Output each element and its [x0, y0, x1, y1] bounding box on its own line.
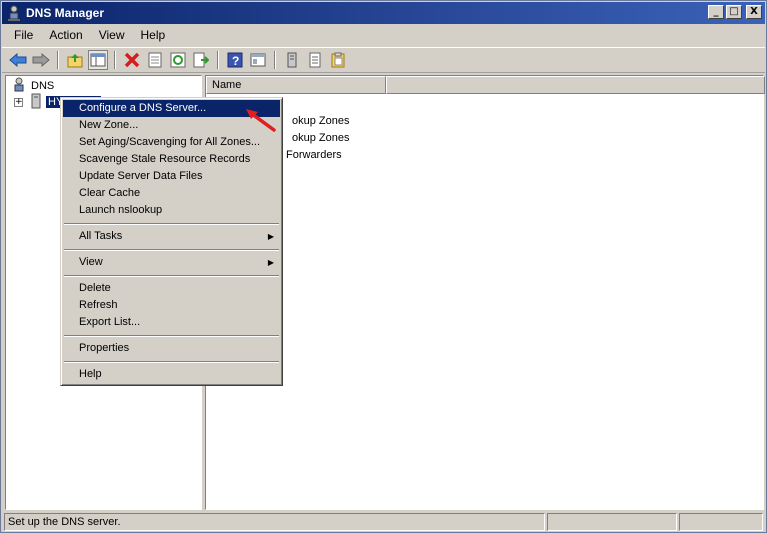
menu-item-clear-cache[interactable]: Clear Cache: [63, 185, 280, 202]
submenu-arrow-icon: ▶: [267, 258, 274, 267]
expand-icon[interactable]: +: [14, 97, 23, 107]
status-panel: [679, 513, 763, 531]
menu-item-help[interactable]: Help: [63, 366, 280, 383]
context-menu: Configure a DNS Server... New Zone... Se…: [60, 97, 283, 386]
toolbar: ?: [2, 47, 765, 73]
menu-separator: [63, 271, 280, 280]
list-item-label: Forwarders: [286, 149, 342, 161]
toolbar-separator: [274, 51, 276, 69]
menu-separator: [63, 245, 280, 254]
refresh-icon[interactable]: [168, 50, 188, 70]
menu-item-update-server-data-files[interactable]: Update Server Data Files: [63, 168, 280, 185]
menu-item-refresh[interactable]: Refresh: [63, 297, 280, 314]
list-item[interactable]: okup Zones: [292, 130, 349, 146]
toolbar-separator: [57, 51, 59, 69]
list-item[interactable]: Forwarders: [286, 147, 342, 163]
status-bar: Set up the DNS server.: [2, 512, 765, 532]
menu-item-launch-nslookup[interactable]: Launch nslookup: [63, 202, 280, 219]
minimize-button[interactable]: _: [708, 5, 724, 19]
help-icon[interactable]: ?: [225, 50, 245, 70]
annotation-arrow-icon: [246, 109, 276, 132]
toolbar-separator: [217, 51, 219, 69]
list-item-label: okup Zones: [292, 115, 350, 127]
menu-bar: File Action View Help: [2, 25, 765, 46]
console-view-icon[interactable]: [248, 50, 268, 70]
dns-node-icon: [12, 77, 26, 96]
server-node-icon: [31, 93, 41, 112]
status-panel: [547, 513, 677, 531]
menu-help[interactable]: Help: [133, 25, 174, 46]
column-header-empty[interactable]: [386, 76, 765, 94]
submenu-arrow-icon: ▶: [267, 232, 274, 241]
title-bar[interactable]: DNS Manager _ □ X: [2, 2, 765, 24]
back-arrow-icon[interactable]: [8, 50, 28, 70]
menu-item-export-list[interactable]: Export List...: [63, 314, 280, 331]
menu-separator: [63, 219, 280, 228]
forward-arrow-icon[interactable]: [31, 50, 51, 70]
menu-item-all-tasks[interactable]: All Tasks ▶: [63, 228, 280, 245]
window-title: DNS Manager: [26, 6, 105, 20]
dns-app-icon: [6, 5, 22, 21]
menu-view[interactable]: View: [91, 25, 133, 46]
tree-label-dns: DNS: [31, 80, 55, 92]
show-hide-tree-icon[interactable]: [88, 50, 108, 70]
close-button[interactable]: X: [746, 5, 762, 19]
menu-item-scavenge-stale-records[interactable]: Scavenge Stale Resource Records: [63, 151, 280, 168]
status-text: Set up the DNS server.: [4, 513, 545, 531]
list-icon[interactable]: [305, 50, 325, 70]
server-icon[interactable]: [282, 50, 302, 70]
delete-icon[interactable]: [122, 50, 142, 70]
list-item[interactable]: okup Zones: [292, 113, 349, 129]
menu-separator: [63, 331, 280, 340]
menu-item-delete[interactable]: Delete: [63, 280, 280, 297]
menu-file[interactable]: File: [6, 25, 41, 46]
maximize-button[interactable]: □: [726, 5, 742, 19]
menu-action[interactable]: Action: [41, 25, 90, 46]
up-folder-icon[interactable]: [65, 50, 85, 70]
menu-separator: [63, 357, 280, 366]
properties-icon[interactable]: [145, 50, 165, 70]
menu-item-set-aging-scavenging[interactable]: Set Aging/Scavenging for All Zones...: [63, 134, 280, 151]
toolbar-separator: [114, 51, 116, 69]
clipboard-icon[interactable]: [328, 50, 348, 70]
menu-item-view[interactable]: View ▶: [63, 254, 280, 271]
column-header-name[interactable]: Name: [206, 76, 386, 94]
menu-item-label: View: [79, 256, 103, 268]
svg-text:?: ?: [232, 54, 239, 68]
list-item-label: okup Zones: [292, 132, 350, 144]
menu-item-properties[interactable]: Properties: [63, 340, 280, 357]
menu-item-label: All Tasks: [79, 230, 123, 242]
column-header-bar: Name: [206, 76, 765, 94]
export-list-icon[interactable]: [191, 50, 211, 70]
details-pane[interactable]: Name okup Zones okup Zones Forwarders: [205, 75, 765, 510]
